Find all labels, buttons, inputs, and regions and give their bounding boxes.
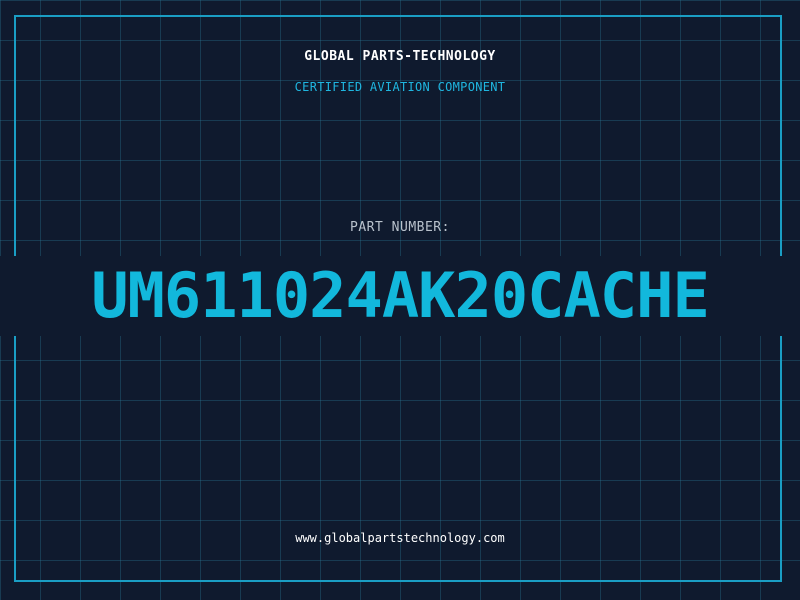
company-name: GLOBAL PARTS-TECHNOLOGY bbox=[304, 49, 496, 64]
website-url: www.globalpartstechnology.com bbox=[295, 531, 505, 545]
certification-subtitle: CERTIFIED AVIATION COMPONENT bbox=[294, 80, 506, 94]
part-number-label: PART NUMBER: bbox=[350, 220, 450, 235]
part-number-value: UM611024AK20CACHE bbox=[91, 259, 710, 332]
label-card: GLOBAL PARTS-TECHNOLOGY CERTIFIED AVIATI… bbox=[0, 0, 800, 600]
